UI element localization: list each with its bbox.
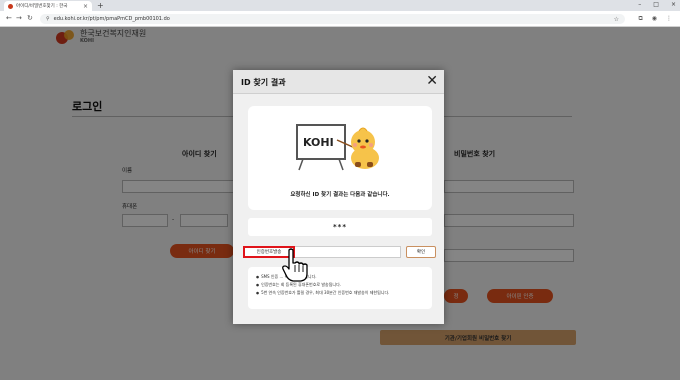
hand-pointer-icon xyxy=(282,248,308,282)
back-icon[interactable]: ← xyxy=(6,14,12,23)
mascot-board-text: KOHI xyxy=(303,136,334,149)
result-card: KOHI 요청하신 ID 찾기 결과는 다음과 같습니다. xyxy=(248,106,432,210)
extensions-icon[interactable]: ⧉ xyxy=(638,14,642,23)
new-tab-button[interactable]: + xyxy=(97,1,104,10)
window-controls: – □ × xyxy=(638,0,676,10)
toolbar-icons: ⧉ ◉ ⋮ xyxy=(638,14,672,23)
address-bar[interactable]: ⚲ edu.kohi.or.kr/pt/pm/pmaPmCD_pmb00101.… xyxy=(40,14,625,24)
forward-icon[interactable]: → xyxy=(16,14,22,23)
browser-tab[interactable]: 아이디/비밀번호찾기 : 한국 × xyxy=(4,1,92,11)
site-favicon-icon xyxy=(8,3,13,9)
notice-list: SMS 인증 ... 확인이 가능합니다. 인증번호는 회 등록된 휴대폰번호로… xyxy=(248,267,432,309)
close-window-icon[interactable]: × xyxy=(671,0,676,10)
reload-icon[interactable]: ↻ xyxy=(27,14,33,23)
tab-title: 아이디/비밀번호찾기 : 한국 xyxy=(16,4,68,9)
modal-close-icon[interactable]: ✕ xyxy=(426,73,438,89)
browser-tab-strip: 아이디/비밀번호찾기 : 한국 × + – □ × xyxy=(0,0,680,11)
url-text: edu.kohi.or.kr/pt/pm/pmaPmCD_pmb00101.do xyxy=(53,16,170,22)
mascot-illustration: KOHI xyxy=(296,124,379,171)
modal-title: ID 찾기 결과 xyxy=(241,78,286,87)
maximize-icon[interactable]: □ xyxy=(653,0,659,10)
site-info-icon[interactable]: ⚲ xyxy=(46,16,50,22)
profile-icon[interactable]: ◉ xyxy=(652,14,657,23)
result-message: 요청하신 ID 찾기 결과는 다음과 같습니다. xyxy=(290,192,390,198)
verify-row: 인증번호발송 확인 xyxy=(243,246,436,258)
menu-icon[interactable]: ⋮ xyxy=(666,14,672,23)
tab-close-icon[interactable]: × xyxy=(83,3,88,10)
list-item: 인증번호는 회 등록된 휴대폰번호로 발송됩니다. xyxy=(256,281,424,289)
list-item: 5번 연속 인증번호가 틀릴 경우, 최대 30분간 인증번호 재발송이 제한됩… xyxy=(256,289,424,297)
found-id-value: *** xyxy=(248,218,432,236)
browser-toolbar: ← → ↻ ⚲ edu.kohi.or.kr/pt/pm/pmaPmCD_pmb… xyxy=(0,11,680,27)
confirm-button[interactable]: 확인 xyxy=(406,246,436,258)
modal-header: ID 찾기 결과 ✕ xyxy=(233,70,444,94)
bookmark-star-icon[interactable]: ☆ xyxy=(614,16,619,23)
id-result-modal: ID 찾기 결과 ✕ KOHI 요청하신 ID 찾기 결과는 다음과 같습니다.… xyxy=(233,70,444,324)
minimize-icon[interactable]: – xyxy=(638,0,641,10)
